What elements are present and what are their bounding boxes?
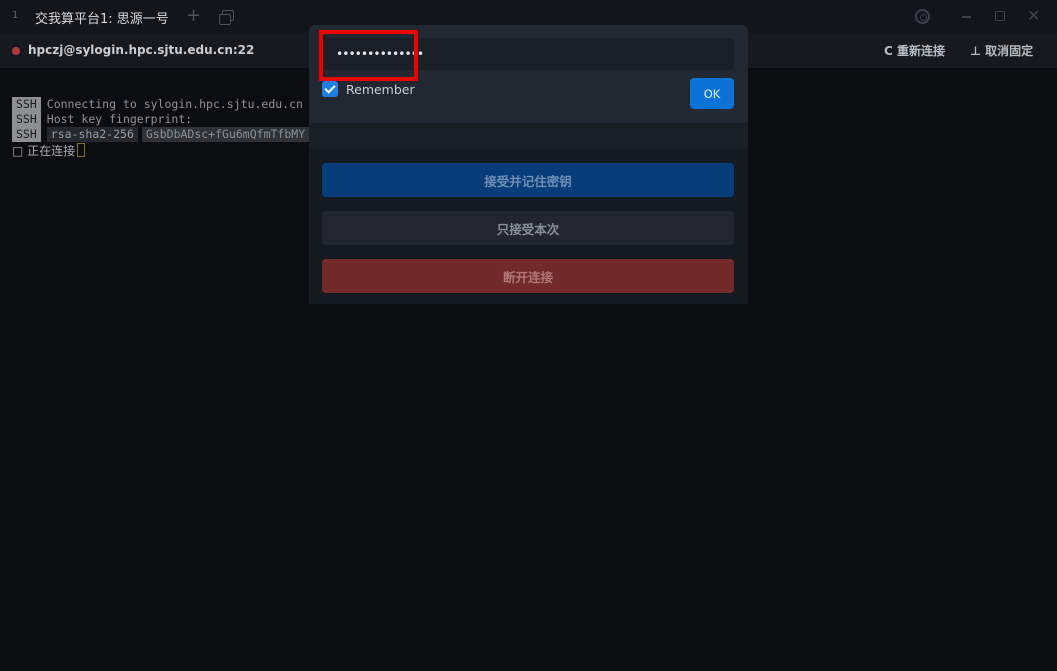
ok-button[interactable]: OK	[690, 78, 734, 109]
terminal-line: SSH rsa-sha2-256 GsbDbADsc+fGu6mQfmTfbMY	[12, 127, 310, 142]
accept-and-remember-button[interactable]: 接受并记住密钥	[322, 163, 734, 197]
host-key-panel: 接受并记住密钥 只接受本次 断开连接	[309, 122, 748, 304]
key-fingerprint: GsbDbADsc+fGu6mQfmTfbMY	[141, 127, 310, 142]
connection-status-dot	[12, 47, 20, 55]
connecting-text: □ 正在连接	[12, 144, 76, 158]
session-tab[interactable]: 1 交我算平台1: 思源一号	[0, 0, 176, 33]
gear-icon[interactable]	[915, 9, 930, 24]
password-input[interactable]	[322, 38, 734, 70]
minimize-icon[interactable]	[962, 16, 971, 18]
remember-checkbox[interactable]: Remember	[322, 81, 415, 97]
reconnect-button[interactable]: C 重新连接	[884, 42, 945, 59]
tab-title: 交我算平台1: 思源一号	[35, 12, 169, 27]
terminal-line-text: Host key fingerprint:	[46, 112, 193, 126]
checkbox-check-icon[interactable]	[322, 81, 338, 97]
terminal-line: SSH Connecting to sylogin.hpc.sjtu.edu.cn	[12, 97, 303, 112]
terminal-line-text: Connecting to sylogin.hpc.sjtu.edu.cn	[46, 97, 303, 111]
remember-label: Remember	[346, 81, 415, 97]
connecting-status: □ 正在连接	[12, 143, 86, 159]
ssh-tag: SSH	[12, 97, 41, 112]
add-tab-button[interactable]: +	[186, 5, 201, 26]
ssh-tag: SSH	[12, 127, 41, 142]
maximize-icon[interactable]	[995, 11, 1005, 21]
tab-index: 1	[12, 10, 19, 21]
password-prompt: Remember OK	[309, 25, 748, 123]
new-window-icon[interactable]	[219, 10, 234, 25]
key-algorithm: rsa-sha2-256	[46, 127, 138, 142]
terminal-line: SSH Host key fingerprint:	[12, 112, 192, 127]
panel-header-strip	[309, 122, 748, 149]
close-icon[interactable]: ✕	[1027, 6, 1040, 25]
accept-once-button[interactable]: 只接受本次	[322, 211, 734, 245]
session-host: hpczj@sylogin.hpc.sjtu.edu.cn:22	[28, 43, 255, 57]
ssh-tag: SSH	[12, 112, 41, 127]
app-window: 1 交我算平台1: 思源一号 + ✕ hpczj@sylogin.hpc.sjt…	[0, 0, 1057, 671]
disconnect-button[interactable]: 断开连接	[322, 259, 734, 293]
terminal-cursor	[77, 143, 86, 157]
unpin-button[interactable]: ⊥ 取消固定	[970, 42, 1033, 59]
